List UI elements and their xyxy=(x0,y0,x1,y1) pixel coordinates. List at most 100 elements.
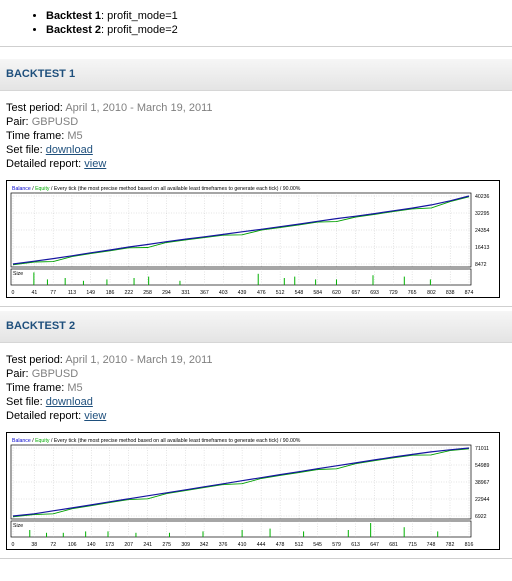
timeframe-value: M5 xyxy=(67,130,83,142)
test-period-value: April 1, 2010 - March 19, 2011 xyxy=(65,354,213,366)
backtest-2-body: Test period: April 1, 2010 - March 19, 2… xyxy=(0,343,512,558)
backtest-1-xtick-17: 620 xyxy=(332,290,341,296)
backtest-1-xtick-13: 476 xyxy=(257,290,266,296)
backtest-2-xtick-2: 72 xyxy=(50,542,56,548)
backtest-1-xtick-11: 403 xyxy=(219,290,228,296)
test-period-label: Test period: xyxy=(6,102,63,114)
backtest-1-xtick-2: 77 xyxy=(50,290,56,296)
backtest-1-xtick-0: 0 xyxy=(12,290,15,296)
report-row: Detailed report: view xyxy=(6,157,506,171)
test-period-row: Test period: April 1, 2010 - March 19, 2… xyxy=(6,353,506,367)
backtest-1-xtick-14: 512 xyxy=(276,290,285,296)
backtest-1-xtick-9: 331 xyxy=(181,290,190,296)
test-period-value: April 1, 2010 - March 19, 2011 xyxy=(65,102,213,114)
backtest-2-title: BACKTEST 2 xyxy=(0,311,512,343)
backtest-2-xtick-3: 106 xyxy=(68,542,77,548)
backtest-2-size-frame xyxy=(10,520,472,538)
timeframe-row: Time frame: M5 xyxy=(6,129,506,143)
intro-item-1-value: profit_mode=1 xyxy=(107,10,178,22)
test-period-row: Test period: April 1, 2010 - March 19, 2… xyxy=(6,101,506,115)
backtest-1-xtick-12: 439 xyxy=(238,290,247,296)
backtest-2-xtick-19: 647 xyxy=(370,542,379,548)
backtest-1-body: Test period: April 1, 2010 - March 19, 2… xyxy=(0,91,512,306)
backtest-1-xtick-1: 41 xyxy=(32,290,38,296)
backtest-2-ytick-4: 6922 xyxy=(475,514,487,520)
setfile-label: Set file: xyxy=(6,144,43,156)
backtest-1-xtick-20: 729 xyxy=(389,290,398,296)
backtest-2-xtick-16: 545 xyxy=(313,542,322,548)
pair-label: Pair: xyxy=(6,368,29,380)
backtest-2-xtick-8: 275 xyxy=(162,542,171,548)
test-period-label: Test period: xyxy=(6,354,63,366)
backtest-1-size-label: Size xyxy=(13,271,23,277)
backtest-2-chart-svg: Balance / Equity / Every tick (the most … xyxy=(10,438,490,548)
download-link[interactable]: download xyxy=(46,144,93,156)
backtest-2-xtick-23: 782 xyxy=(446,542,455,548)
backtest-1-xtick-10: 367 xyxy=(200,290,209,296)
backtest-1-ytick-3: 16413 xyxy=(475,245,490,251)
intro-list-container: Backtest 1: profit_mode=1 Backtest 2: pr… xyxy=(0,0,512,47)
backtest-1-xtick-8: 294 xyxy=(162,290,171,296)
backtest-2-xtick-21: 715 xyxy=(408,542,417,548)
backtest-1-xtick-5: 186 xyxy=(106,290,115,296)
backtest-2-ytick-0: 71011 xyxy=(475,446,489,452)
intro-item-2-label: Backtest 2 xyxy=(46,24,102,36)
backtest-2-xtick-18: 613 xyxy=(351,542,360,548)
backtest-2-xtick-17: 579 xyxy=(332,542,341,548)
backtest-2-xtick-12: 410 xyxy=(238,542,247,548)
report-row: Detailed report: view xyxy=(6,409,506,423)
intro-item-1-label: Backtest 1 xyxy=(46,10,102,22)
backtest-1-xtick-22: 802 xyxy=(427,290,436,296)
pair-row: Pair: GBPUSD xyxy=(6,115,506,129)
intro-item-2: Backtest 2: profit_mode=2 xyxy=(46,23,512,37)
backtest-1-ytick-4: 8472 xyxy=(475,262,487,268)
backtest-1-xtick-4: 149 xyxy=(86,290,95,296)
backtest-1-xtick-3: 113 xyxy=(68,290,76,296)
pair-value: GBPUSD xyxy=(31,116,79,128)
backtest-1-ytick-1: 32295 xyxy=(475,211,490,217)
intro-item-2-value: profit_mode=2 xyxy=(107,24,178,36)
backtest-2-xtick-15: 512 xyxy=(295,542,304,548)
backtest-2-xtick-22: 748 xyxy=(427,542,436,548)
timeframe-label: Time frame: xyxy=(6,130,65,142)
backtest-1-section: BACKTEST 1 Test period: April 1, 2010 - … xyxy=(0,59,512,307)
backtest-1-xtick-7: 258 xyxy=(143,290,152,296)
backtest-2-xtick-10: 342 xyxy=(200,542,209,548)
backtest-2-header-desc: / Every tick (the most precise method ba… xyxy=(50,438,301,444)
backtest-1-xtick-21: 765 xyxy=(408,290,417,296)
backtest-2-ytick-1: 54989 xyxy=(475,463,490,469)
setfile-row: Set file: download xyxy=(6,395,506,409)
backtest-2-ytick-3: 22944 xyxy=(475,497,490,503)
report-label: Detailed report: xyxy=(6,410,82,422)
backtest-2-legend-equity: Equity xyxy=(35,438,50,444)
backtest-2-xtick-14: 478 xyxy=(276,542,285,548)
backtest-2-xtick-9: 309 xyxy=(181,542,190,548)
backtest-1-size-frame xyxy=(10,268,472,286)
view-report-link[interactable]: view xyxy=(84,158,106,170)
backtest-1-xtick-18: 657 xyxy=(351,290,360,296)
backtest-1-chart-svg: Balance / Equity / Every tick (the most … xyxy=(10,186,490,296)
view-report-link[interactable]: view xyxy=(84,410,106,422)
backtest-1-legend-equity: Equity xyxy=(35,186,50,192)
backtest-1-title: BACKTEST 1 xyxy=(0,59,512,91)
backtest-1-xtick-24: 874 xyxy=(465,290,474,296)
backtest-2-ytick-2: 38967 xyxy=(475,480,490,486)
pair-row: Pair: GBPUSD xyxy=(6,367,506,381)
backtest-2-xtick-24: 816 xyxy=(465,542,474,548)
backtest-1-legend-balance: Balance xyxy=(12,186,31,192)
backtest-2-section: BACKTEST 2 Test period: April 1, 2010 - … xyxy=(0,311,512,559)
backtest-1-header-text: Balance / Equity / Every tick (the most … xyxy=(12,186,301,192)
backtest-2-xtick-5: 173 xyxy=(105,542,114,548)
spacer xyxy=(0,47,512,59)
pair-value: GBPUSD xyxy=(31,368,79,380)
backtest-2-xtick-20: 681 xyxy=(389,542,398,548)
backtest-1-xtick-16: 584 xyxy=(313,290,322,296)
download-link[interactable]: download xyxy=(46,396,93,408)
backtest-1-header-desc: / Every tick (the most precise method ba… xyxy=(50,186,301,192)
pair-label: Pair: xyxy=(6,116,29,128)
backtest-2-xtick-7: 241 xyxy=(143,542,152,548)
report-label: Detailed report: xyxy=(6,158,82,170)
timeframe-value: M5 xyxy=(67,382,83,394)
setfile-row: Set file: download xyxy=(6,143,506,157)
timeframe-label: Time frame: xyxy=(6,382,65,394)
